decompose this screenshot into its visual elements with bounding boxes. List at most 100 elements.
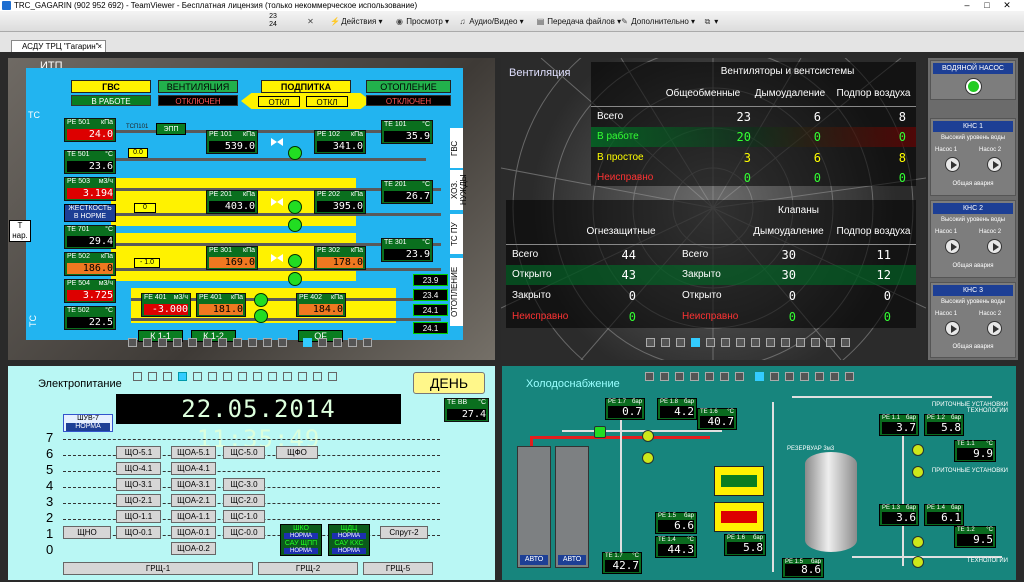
window-mode-button[interactable]: ⧉ ▾ [703,15,719,29]
shuv-7-box[interactable]: ШУВ-7 НОРМА [63,414,113,432]
page-nav-12[interactable] [303,338,312,347]
close-session-button[interactable]: ✕ [306,15,315,29]
sb-shoa-2-1[interactable]: ЩОА-2.1 [171,494,216,507]
power-nav-3[interactable] [163,372,172,381]
chiller-ch1[interactable] [714,466,764,496]
valve-3[interactable] [271,254,283,262]
vent-nav-6[interactable] [721,338,730,347]
sb-sho-5-1[interactable]: ЩО-5.1 [116,446,161,459]
page-nav-16[interactable] [363,338,372,347]
power-nav-8[interactable] [238,372,247,381]
water-pump-button[interactable] [965,78,982,95]
sb-shfo[interactable]: ЩФО [276,446,318,459]
cold-nav-9[interactable] [770,372,779,381]
page-nav-10[interactable] [263,338,272,347]
sb-shs-2-0[interactable]: ЩС-2.0 [223,494,265,507]
maximize-icon[interactable]: □ [980,0,994,11]
vent-nav-5[interactable] [706,338,715,347]
cold-nav-12[interactable] [815,372,824,381]
sb-shs-5-0[interactable]: ЩС-5.0 [223,446,265,459]
pump-circuit-3b[interactable] [288,272,302,286]
vent-nav-7[interactable] [736,338,745,347]
pump-circuit-3a[interactable] [288,254,302,268]
kns2-pump1-button[interactable] [945,239,960,254]
grsh-1-box[interactable]: ГРЩ-1 [63,562,253,575]
session-tab[interactable]: АСДУ ТРЦ "Гагарин" × [11,40,106,52]
sb-shoa-0-2[interactable]: ЩОА-0.2 [171,542,216,555]
sb-shoa-4-1[interactable]: ЩОА-4.1 [171,462,216,475]
sb-shoa-3-1[interactable]: ЩОА-3.1 [171,478,216,491]
power-nav-13[interactable] [313,372,322,381]
pump-n3-2[interactable] [642,452,654,464]
sb-sho-0-1[interactable]: ЩО-0.1 [116,526,161,539]
kns1-pump2-button[interactable] [987,157,1002,172]
pump-n2-2[interactable] [912,556,924,568]
power-nav-4[interactable] [178,372,187,381]
power-nav-1[interactable] [133,372,142,381]
page-nav-2[interactable] [143,338,152,347]
tab-close-icon[interactable]: × [97,41,102,52]
chiller-ch2[interactable] [714,502,764,532]
grsh-2-box[interactable]: ГРЩ-2 [258,562,358,575]
power-nav-6[interactable] [208,372,217,381]
page-nav-4[interactable] [173,338,182,347]
vent-nav-2[interactable] [661,338,670,347]
sb-sho-2-1[interactable]: ЩО-2.1 [116,494,161,507]
page-nav-8[interactable] [233,338,242,347]
sb-shoa-0-1[interactable]: ЩОА-0.1 [171,526,216,539]
cold-nav-14[interactable] [845,372,854,381]
close-window-icon[interactable]: ✕ [1000,0,1014,11]
sb-sho-1-1[interactable]: ЩО-1.1 [116,510,161,523]
cold-nav-1[interactable] [645,372,654,381]
pump-circuit-4a[interactable] [254,293,268,307]
menu-view[interactable]: ◉ Просмотр ▾ [395,15,449,29]
vent-nav-13[interactable] [826,338,835,347]
kns3-pump1-button[interactable] [945,321,960,336]
cold-nav-2[interactable] [660,372,669,381]
pump-n2-1[interactable] [912,536,924,548]
sb-shno[interactable]: ЩНО [63,526,111,539]
cooling-tower-1[interactable]: АВТО [517,446,551,568]
power-nav-11[interactable] [283,372,292,381]
kns3-pump2-button[interactable] [987,321,1002,336]
menu-file-transfer[interactable]: ▤ Передача файлов ▾ [536,15,621,29]
cold-nav-4[interactable] [690,372,699,381]
pump-n1-2[interactable] [912,466,924,478]
pump-n1-1[interactable] [912,444,924,456]
cold-nav-6[interactable] [720,372,729,381]
valve-2[interactable] [271,198,283,206]
sb-sho-3-1[interactable]: ЩО-3.1 [116,478,161,491]
power-nav-7[interactable] [223,372,232,381]
vent-nav-4[interactable] [691,338,700,347]
vent-nav-12[interactable] [811,338,820,347]
power-nav-10[interactable] [268,372,277,381]
cooling-tower-2[interactable]: АВТО [555,446,589,568]
kns2-pump2-button[interactable] [987,239,1002,254]
sb-shs-0-0[interactable]: ЩС-0.0 [223,526,265,539]
menu-actions[interactable]: ⚡ Действия ▾ [330,15,383,29]
cold-nav-8[interactable] [755,372,764,381]
power-nav-12[interactable] [298,372,307,381]
vent-nav-10[interactable] [781,338,790,347]
menu-extras[interactable]: ✎ Дополнительно ▾ [620,15,695,29]
vent-nav-1[interactable] [646,338,655,347]
cold-nav-13[interactable] [830,372,839,381]
sb-shs-3-0[interactable]: ЩС-3.0 [223,478,265,491]
cold-nav-10[interactable] [785,372,794,381]
vent-nav-11[interactable] [796,338,805,347]
pump-n3-1[interactable] [642,430,654,442]
page-nav-14[interactable] [333,338,342,347]
page-nav-3[interactable] [158,338,167,347]
page-nav-1[interactable] [128,338,137,347]
sb-shs-1-0[interactable]: ЩС-1.0 [223,510,265,523]
pump-gvs-1[interactable] [288,146,302,160]
sprut-2-box[interactable]: Спрут-2 [380,526,428,539]
fv-valve[interactable] [594,426,606,438]
vent-nav-3[interactable] [676,338,685,347]
cold-nav-11[interactable] [800,372,809,381]
page-nav-5[interactable] [188,338,197,347]
grsh-5-box[interactable]: ГРЩ-5 [363,562,433,575]
vent-nav-14[interactable] [841,338,850,347]
pump-circuit-4b[interactable] [254,309,268,323]
k1-2-breaker[interactable]: К 1-2 [191,330,236,342]
